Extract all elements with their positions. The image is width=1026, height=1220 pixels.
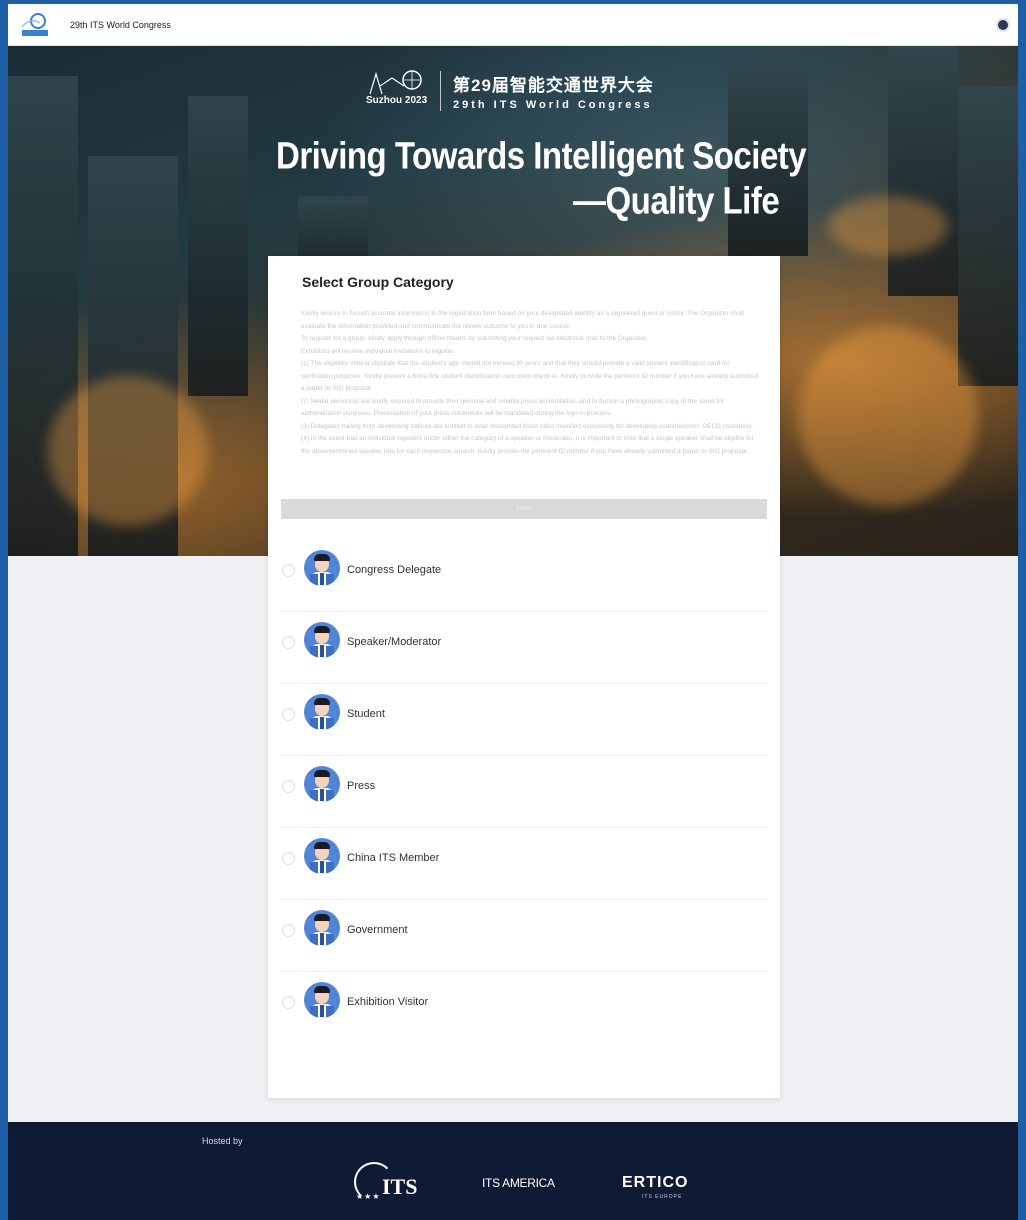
top-bar: 29th ITS World Congress: [8, 4, 1018, 46]
radio-button[interactable]: [282, 636, 295, 649]
ertico-logo-text: ERTICO: [622, 1174, 689, 1191]
person-avatar-icon: [304, 910, 340, 946]
group-category-card: Select Group Category Kindly ensure to f…: [268, 256, 780, 1098]
building-shape: [958, 86, 1018, 386]
notice-paragraph: To register for a group, kindly apply th…: [301, 335, 648, 342]
person-avatar-icon: [304, 694, 340, 730]
option-label: Exhibition Visitor: [347, 996, 429, 1008]
building-shape: [888, 46, 958, 296]
footer: Hosted by ITS ★★★ ITS AMERICA ERTICO ITS…: [8, 1122, 1018, 1220]
hero-slogan-line2: —Quality Life: [573, 179, 780, 222]
its-america-logo[interactable]: ITS AMERICA: [482, 1176, 555, 1190]
ertico-logo[interactable]: ERTICO ITS EUROPE: [622, 1174, 689, 1200]
user-account-icon[interactable]: [996, 18, 1010, 32]
option-government[interactable]: Government: [280, 900, 766, 972]
building-shape: [188, 96, 248, 396]
option-student[interactable]: Student: [280, 684, 766, 756]
category-options: Congress Delegate Speaker/Moderator Stud…: [280, 540, 768, 1044]
brand-text: 第29届智能交通世界大会 29th ITS World Congress: [453, 71, 654, 111]
stars-icon: ★★★: [356, 1192, 381, 1201]
person-avatar-icon: [304, 622, 340, 658]
option-label: Congress Delegate: [347, 564, 442, 576]
person-avatar-icon: [304, 766, 340, 802]
option-label: Speaker/Moderator: [347, 636, 442, 648]
option-congress-delegate[interactable]: Congress Delegate: [280, 540, 766, 612]
ertico-logo-sub: ITS EUROPE: [642, 1194, 683, 1200]
brand-name-en: 29th ITS World Congress: [453, 99, 653, 111]
option-china-its-member[interactable]: China ITS Member: [280, 828, 766, 900]
option-press[interactable]: Press: [280, 756, 766, 828]
its-logo-text: ITS: [382, 1174, 418, 1199]
its-asia-pacific-logo[interactable]: ITS ★★★: [352, 1160, 434, 1210]
hero-slogan-line1: Driving Towards Intelligent Society: [276, 134, 807, 177]
suzhou-2023-logo: Suzhou 2023: [366, 68, 428, 114]
city-light: [798, 326, 978, 506]
person-avatar-icon: [304, 550, 340, 586]
registration-notice: Kindly ensure to furnish accurate inform…: [301, 308, 761, 458]
notice-paragraph: (2) Media personnel are kindly required …: [301, 397, 725, 418]
option-label: China ITS Member: [347, 852, 440, 864]
brand-divider: [440, 71, 441, 111]
site-title: 29th ITS World Congress: [70, 19, 171, 30]
card-title: Select Group Category: [302, 274, 454, 290]
hosted-by-label: Hosted by: [202, 1136, 243, 1146]
notice-paragraph: (4) In the event that an individual regi…: [301, 435, 754, 455]
person-avatar-icon: [304, 838, 340, 874]
option-label: Government: [347, 924, 408, 936]
radio-button[interactable]: [282, 780, 295, 793]
option-exhibition-visitor[interactable]: Exhibition Visitor: [280, 972, 766, 1044]
notice-paragraph: Kindly ensure to furnish accurate inform…: [301, 310, 744, 330]
brand-name-cn: 第29届智能交通世界大会: [453, 76, 654, 95]
notice-paragraph: (1) The eligibility criteria stipulate t…: [301, 360, 759, 392]
radio-button[interactable]: [282, 708, 295, 721]
brand-year: Suzhou 2023: [366, 95, 428, 106]
notice-paragraph: Exhibitors will receive individual invit…: [301, 347, 455, 355]
city-light: [48, 376, 208, 526]
option-speaker-moderator[interactable]: Speaker/Moderator: [280, 612, 766, 684]
option-label: Press: [347, 780, 376, 792]
radio-button[interactable]: [282, 564, 295, 577]
congress-logo-icon[interactable]: [18, 11, 52, 39]
option-label: Student: [347, 708, 385, 720]
person-avatar-icon: [304, 982, 340, 1018]
notice-paragraph: (3) Delegates hailing from developing na…: [301, 422, 753, 430]
radio-button[interactable]: [282, 996, 295, 1009]
city-light: [828, 196, 948, 256]
radio-button[interactable]: [282, 852, 295, 865]
page-frame: 29th ITS World Congress Suzhou 2023 第29届…: [8, 4, 1018, 1220]
next-button[interactable]: Next: [281, 499, 767, 519]
congress-brand: Suzhou 2023 第29届智能交通世界大会 29th ITS World …: [366, 66, 686, 116]
radio-button[interactable]: [282, 924, 295, 937]
